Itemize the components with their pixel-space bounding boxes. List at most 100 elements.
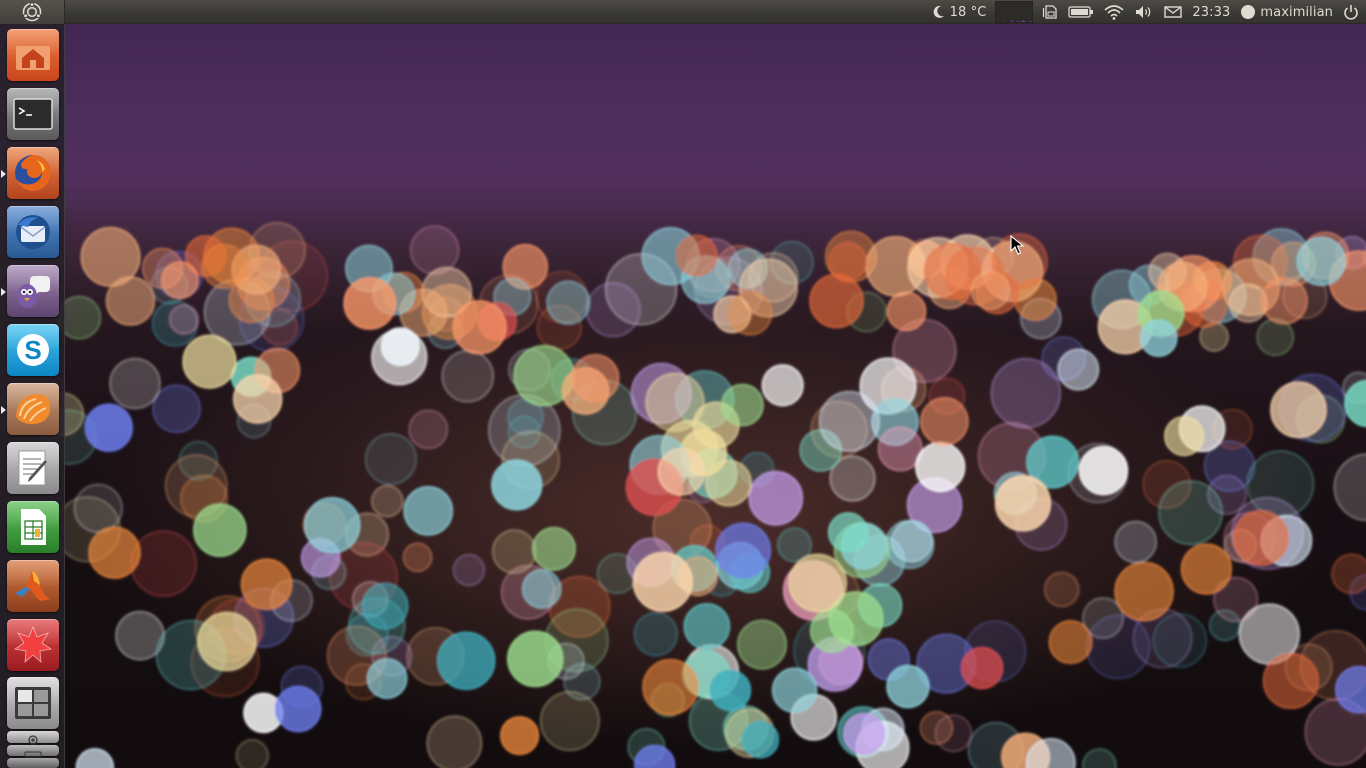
sim-card-icon <box>1043 5 1058 19</box>
bokeh-light <box>1246 450 1315 518</box>
username-label: maximilian <box>1260 4 1333 20</box>
launcher-mathematica[interactable] <box>7 619 59 671</box>
firefox-icon <box>15 155 51 191</box>
launcher-spreadsheet[interactable] <box>7 501 59 553</box>
bokeh-light <box>1260 277 1308 325</box>
bokeh-light <box>632 551 693 612</box>
bokeh-light <box>233 374 283 424</box>
temperature-label: 18 °C <box>949 4 987 20</box>
bokeh-light <box>657 447 706 496</box>
thunderbird-icon <box>16 215 50 249</box>
bokeh-light <box>371 484 404 518</box>
terminal-icon <box>13 98 53 130</box>
bokeh-light <box>152 384 201 433</box>
indicator-area: 18 °C 23:33 maximilian <box>928 0 1366 24</box>
launcher-terminal[interactable] <box>7 88 59 140</box>
pidgin-running-indicator <box>1 288 6 296</box>
bokeh-light <box>193 503 247 557</box>
pidgin-icon <box>17 276 50 308</box>
folded-launcher-item[interactable] <box>7 758 59 768</box>
bokeh-light <box>828 512 869 553</box>
bokeh-light <box>521 569 562 609</box>
user-menu[interactable]: maximilian <box>1235 0 1338 24</box>
bokeh-light <box>201 243 247 289</box>
bokeh-light <box>1333 453 1366 522</box>
bokeh-light <box>80 226 141 287</box>
bokeh-light <box>507 630 564 688</box>
network-indicator[interactable] <box>1099 0 1129 24</box>
bokeh-light <box>809 273 864 329</box>
launcher: S <box>0 24 65 768</box>
bokeh-light <box>235 739 269 768</box>
bokeh-light <box>343 277 397 330</box>
sim-card-indicator[interactable] <box>1037 0 1063 24</box>
dash-home-button[interactable] <box>0 0 65 24</box>
launcher-workspace-switcher[interactable] <box>7 677 59 729</box>
bokeh-light <box>788 553 847 613</box>
launcher-thunderbird[interactable] <box>7 206 59 258</box>
clock-indicator[interactable]: 23:33 <box>1187 0 1235 24</box>
battery-indicator[interactable] <box>1063 0 1099 24</box>
bokeh-light <box>1262 652 1319 709</box>
bokeh-light <box>705 459 752 507</box>
workspace-switcher-icon <box>15 687 51 719</box>
text-editor-icon <box>18 450 47 486</box>
bokeh-light <box>1082 748 1117 768</box>
launcher-clementine[interactable] <box>7 383 59 435</box>
bokeh-light <box>160 261 199 300</box>
bokeh-light <box>531 526 576 571</box>
bokeh-light <box>748 470 804 526</box>
mouse-pointer-icon <box>1010 235 1024 255</box>
bokeh-light <box>1180 543 1232 595</box>
clementine-icon <box>16 394 51 424</box>
folded-launcher-item[interactable] <box>7 731 59 745</box>
sound-indicator[interactable] <box>1129 0 1159 24</box>
bokeh-light <box>761 364 804 407</box>
bokeh-light <box>818 390 880 452</box>
home-folder-icon <box>16 46 50 70</box>
bokeh-light <box>240 558 293 611</box>
bokeh-light <box>994 475 1052 532</box>
bokeh-light <box>727 291 773 336</box>
bokeh-light <box>585 282 641 338</box>
bokeh-light <box>970 270 1011 310</box>
bokeh-light <box>1043 571 1080 608</box>
bokeh-light <box>886 291 927 332</box>
bokeh-light <box>452 553 486 587</box>
power-icon <box>1344 5 1358 20</box>
user-status-icon <box>1241 5 1256 19</box>
bokeh-light <box>274 685 322 733</box>
bokeh-light <box>645 372 705 432</box>
launcher-matlab[interactable] <box>7 560 59 612</box>
bokeh-light <box>491 459 543 511</box>
bokeh-light <box>715 522 772 579</box>
system-monitor-graph[interactable] <box>995 1 1034 23</box>
bokeh-light <box>130 530 197 597</box>
bokeh-light <box>683 603 731 650</box>
bokeh-light <box>885 519 935 570</box>
bokeh-light <box>1139 319 1178 357</box>
bokeh-light <box>1331 553 1366 594</box>
weather-indicator[interactable]: 18 °C <box>928 0 992 24</box>
bokeh-light <box>437 631 496 690</box>
launcher-pidgin[interactable] <box>7 265 59 317</box>
bokeh-light <box>633 612 679 657</box>
launcher-text-editor[interactable] <box>7 442 59 494</box>
bokeh-light <box>452 300 507 355</box>
bokeh-light <box>426 715 483 768</box>
clementine-running-indicator <box>1 406 6 414</box>
folded-launcher-item[interactable] <box>7 745 59 758</box>
launcher-skype[interactable]: S <box>7 324 59 376</box>
launcher-firefox[interactable] <box>7 147 59 199</box>
bokeh-light <box>491 529 537 574</box>
launcher-home-folder[interactable] <box>7 29 59 81</box>
bokeh-light <box>73 483 123 533</box>
bokeh-light <box>642 659 699 716</box>
bokeh-light <box>361 582 409 630</box>
bokeh-light <box>546 280 591 325</box>
bokeh-light <box>441 349 494 403</box>
messaging-indicator[interactable] <box>1159 0 1187 24</box>
session-menu[interactable] <box>1338 0 1366 24</box>
ubuntu-logo-icon <box>22 1 42 21</box>
bokeh-light <box>402 542 433 573</box>
